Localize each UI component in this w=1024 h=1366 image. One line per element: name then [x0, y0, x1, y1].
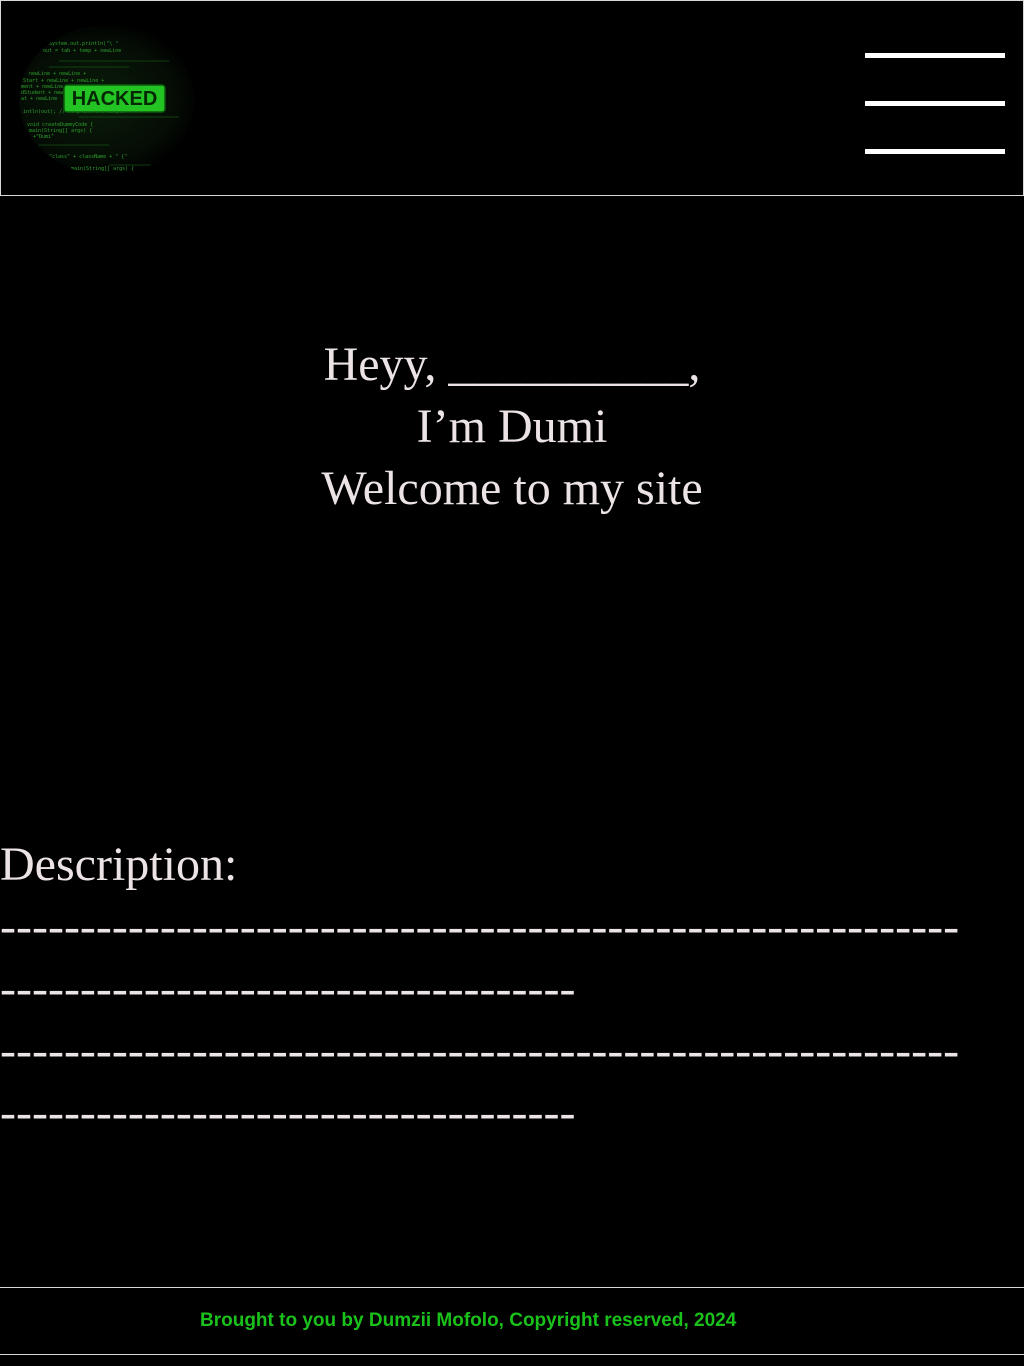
description-label: Description:: [0, 838, 238, 891]
menu-bar: [865, 149, 1005, 154]
description-line: ------------------------------------: [0, 1086, 576, 1139]
code-line: +"Dumi": [33, 134, 54, 140]
hero-greeting: Heyy, __________, I’m Dumi Welcome to my…: [0, 334, 1024, 520]
hero-line-name: I’m Dumi: [416, 400, 608, 453]
hero-line-greeting: Heyy, __________,: [323, 338, 701, 391]
site-header: System.out.println("\ " out = tab + temp…: [0, 0, 1024, 196]
description-section: Description: ---------------------------…: [0, 834, 1024, 1144]
description-line: ------------------------------------: [0, 962, 576, 1015]
menu-bar: [865, 101, 1005, 106]
hacked-code-logo[interactable]: System.out.println("\ " out = tab + temp…: [19, 25, 195, 175]
site-footer: Brought to you by Dumzii Mofolo, Copyrig…: [0, 1287, 1024, 1355]
code-line: System.out.println("\ ": [49, 41, 118, 47]
code-line: newLine + newLine +: [29, 71, 86, 77]
code-background-icon: System.out.println("\ " out = tab + temp…: [21, 41, 179, 172]
code-line: "class" + className + " {": [49, 154, 127, 160]
footer-copyright: Brought to you by Dumzii Mofolo, Copyrig…: [200, 1310, 737, 1331]
hamburger-menu-icon[interactable]: [865, 53, 1005, 155]
hero-line-welcome: Welcome to my site: [321, 462, 703, 515]
hacked-badge-text: HACKED: [72, 88, 158, 110]
code-line: out = tab + temp + newLine: [43, 48, 121, 54]
menu-bar: [865, 53, 1005, 58]
code-line: main(String[] args) {: [71, 166, 134, 172]
code-line: at + newLine: [21, 96, 57, 102]
description-line: ----------------------------------------…: [0, 900, 960, 953]
description-line: ----------------------------------------…: [0, 1024, 960, 1077]
